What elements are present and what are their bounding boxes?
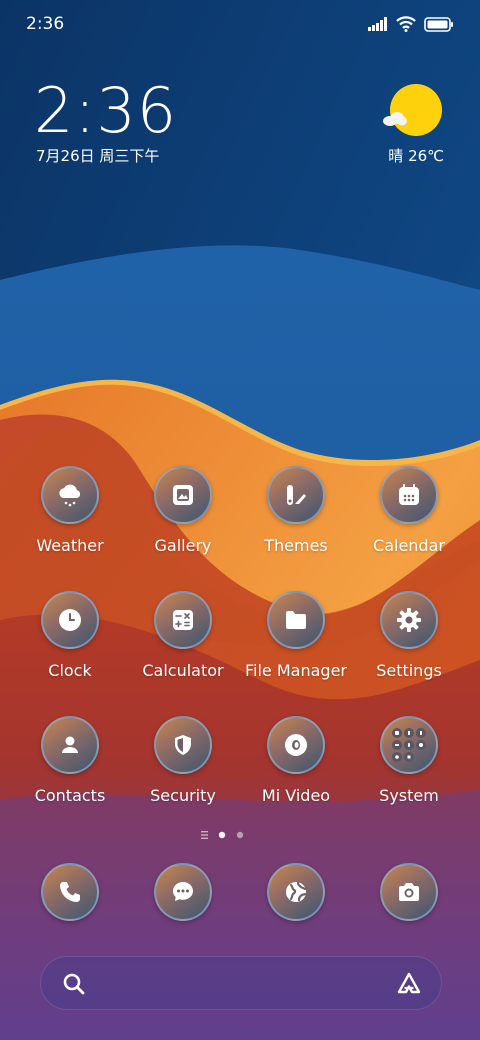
app-system-folder[interactable]: System	[354, 716, 464, 805]
messages-icon	[154, 863, 212, 921]
app-label: Settings	[376, 661, 442, 680]
search-bar[interactable]	[40, 956, 442, 1010]
video-icon	[267, 716, 325, 774]
calculator-icon	[154, 591, 212, 649]
themes-icon	[267, 466, 325, 524]
page-indicator[interactable]	[200, 829, 260, 841]
weather-text: 晴 26℃	[388, 147, 444, 165]
clock-widget-date: 7月26日 周三下午	[36, 147, 160, 165]
app-label: Contacts	[34, 786, 106, 805]
dock-messages[interactable]	[128, 863, 238, 921]
app-label: Security	[150, 786, 216, 805]
shield-icon	[154, 716, 212, 774]
app-weather[interactable]: Weather	[15, 466, 125, 555]
app-label: Mi Video	[261, 786, 331, 805]
folder-grid-icon	[380, 716, 438, 774]
app-label: System	[379, 786, 439, 805]
clock-widget-time[interactable]: 2:36	[34, 74, 177, 147]
dock-camera[interactable]	[354, 863, 464, 921]
app-label: File Manager	[245, 661, 347, 680]
contact-icon	[41, 716, 99, 774]
app-label: Clock	[48, 661, 92, 680]
page-dot	[236, 831, 244, 839]
dock-browser[interactable]	[241, 863, 351, 921]
signal-icon	[368, 17, 387, 31]
weather-icon	[41, 466, 99, 524]
home-lines-icon	[201, 831, 208, 839]
app-themes[interactable]: Themes	[241, 466, 351, 555]
sunny-cloudy-icon	[390, 84, 442, 136]
gallery-icon	[154, 466, 212, 524]
search-icon[interactable]	[61, 971, 87, 997]
status-bar: 2:36	[0, 0, 480, 50]
app-calculator[interactable]: Calculator	[128, 591, 238, 680]
app-security[interactable]: Security	[128, 716, 238, 805]
folder-icon	[267, 591, 325, 649]
app-label: Themes	[264, 536, 328, 555]
app-mi-video[interactable]: Mi Video	[241, 716, 351, 805]
cloud-icon	[383, 112, 407, 126]
status-icons	[368, 16, 454, 32]
app-settings[interactable]: Settings	[354, 591, 464, 680]
app-label: Calendar	[373, 536, 445, 555]
browser-icon	[267, 863, 325, 921]
gear-icon	[380, 591, 438, 649]
app-label: Gallery	[154, 536, 212, 555]
clock-icon	[41, 591, 99, 649]
calendar-icon	[380, 466, 438, 524]
dock-phone[interactable]	[15, 863, 125, 921]
phone-icon	[41, 863, 99, 921]
app-clock[interactable]: Clock	[15, 591, 125, 680]
app-gallery[interactable]: Gallery	[128, 466, 238, 555]
camera-icon	[380, 863, 438, 921]
app-label: Weather	[36, 536, 104, 555]
app-calendar[interactable]: Calendar	[354, 466, 464, 555]
wifi-icon	[396, 16, 416, 32]
app-file-manager[interactable]: File Manager	[241, 591, 351, 680]
assistant-icon[interactable]	[395, 970, 423, 998]
app-contacts[interactable]: Contacts	[15, 716, 125, 805]
status-time: 2:36	[26, 14, 65, 34]
app-label: Calculator	[142, 661, 224, 680]
page-dot-active	[218, 831, 226, 839]
battery-icon	[424, 16, 453, 32]
